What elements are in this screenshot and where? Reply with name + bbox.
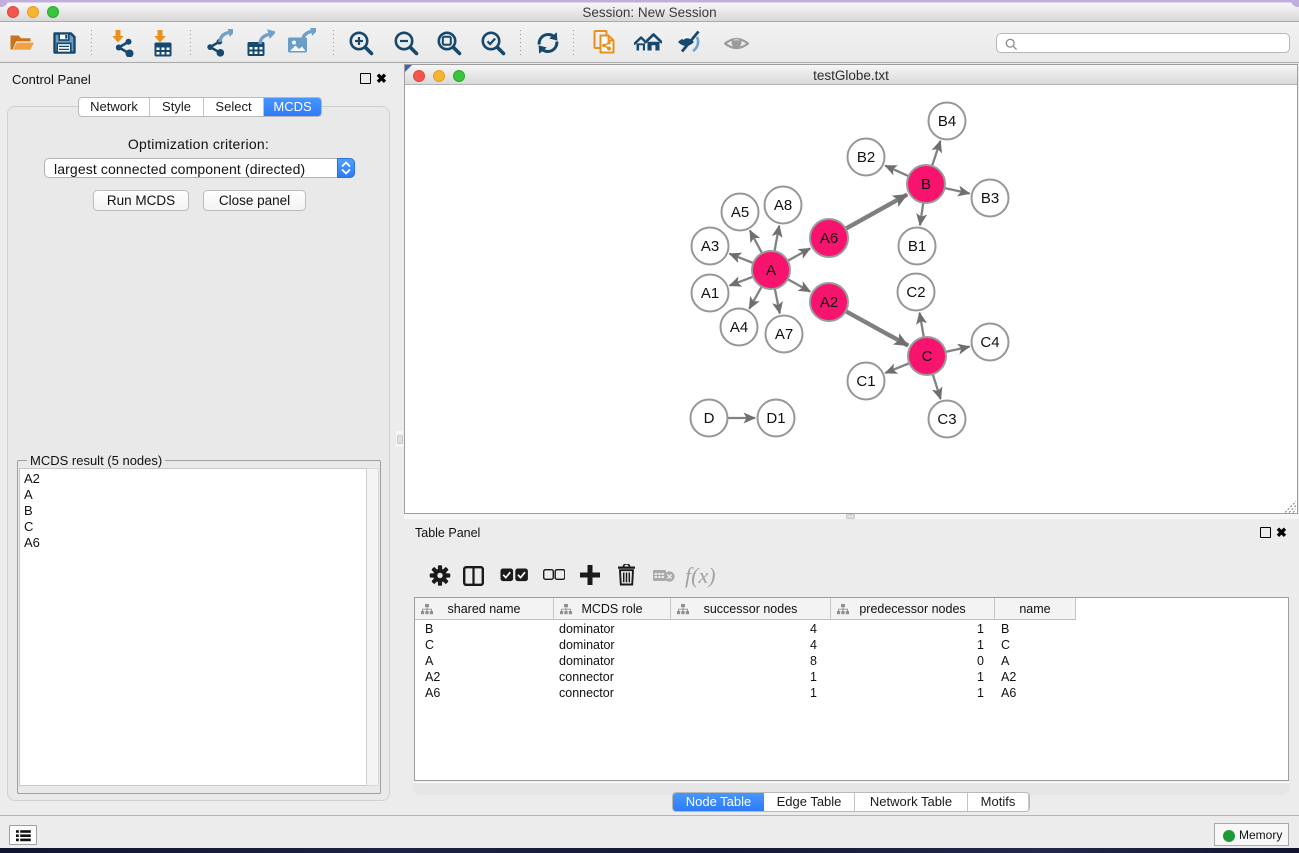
svg-text:C: C xyxy=(922,348,933,365)
svg-text:A6: A6 xyxy=(820,230,838,247)
svg-text:A7: A7 xyxy=(775,326,793,343)
svg-text:B4: B4 xyxy=(938,113,956,130)
svg-text:A3: A3 xyxy=(701,238,719,255)
svg-text:A2: A2 xyxy=(820,294,838,311)
svg-text:C1: C1 xyxy=(856,373,875,390)
svg-text:C2: C2 xyxy=(906,284,925,301)
svg-text:A4: A4 xyxy=(730,319,748,336)
svg-text:B2: B2 xyxy=(857,149,875,166)
svg-text:B3: B3 xyxy=(981,190,999,207)
svg-text:B1: B1 xyxy=(908,238,926,255)
svg-text:C4: C4 xyxy=(980,334,999,351)
svg-text:D1: D1 xyxy=(766,410,785,427)
svg-text:A8: A8 xyxy=(774,197,792,214)
svg-text:D: D xyxy=(704,410,715,427)
svg-text:A1: A1 xyxy=(701,285,719,302)
svg-text:A: A xyxy=(766,262,776,279)
svg-text:C3: C3 xyxy=(937,411,956,428)
svg-text:A5: A5 xyxy=(731,204,749,221)
svg-text:B: B xyxy=(921,176,931,193)
